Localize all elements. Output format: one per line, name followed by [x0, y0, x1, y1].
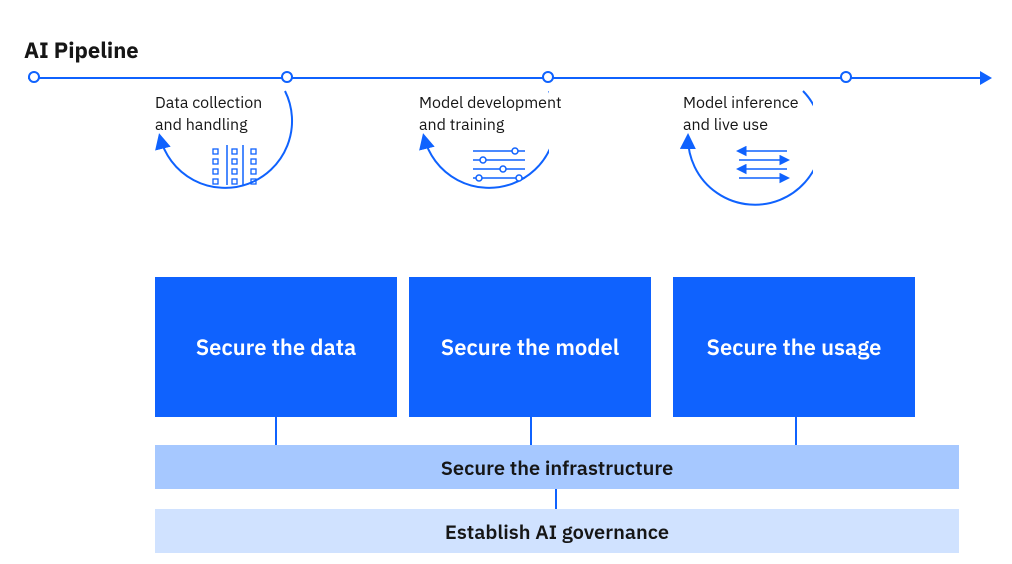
connector-line: [275, 417, 277, 445]
pillar-secure-usage: Secure the usage: [673, 277, 915, 417]
mid-connector: [20, 489, 990, 509]
stages-row: Data collection and handling Secure the …: [20, 87, 990, 417]
connector-line: [530, 417, 532, 445]
layer-infrastructure: Secure the infrastructure: [155, 445, 959, 489]
layer-governance: Establish AI governance: [155, 509, 959, 553]
matrix-icon: [205, 143, 265, 187]
sliders-icon: [469, 143, 529, 187]
connectors-row: [20, 417, 990, 445]
pillar-secure-data: Secure the data: [155, 277, 397, 417]
stage-usage: Model inference and live use Secure the …: [683, 87, 943, 417]
connector-line: [795, 417, 797, 445]
timeline-node: [840, 71, 852, 83]
loop-arrow-icon: [95, 77, 295, 277]
connector-line: [555, 489, 557, 509]
pillar-secure-model: Secure the model: [409, 277, 651, 417]
page-title: AI Pipeline: [24, 36, 992, 65]
flows-icon: [733, 143, 793, 187]
arrowhead-icon: [980, 71, 992, 85]
timeline-node: [28, 71, 40, 83]
